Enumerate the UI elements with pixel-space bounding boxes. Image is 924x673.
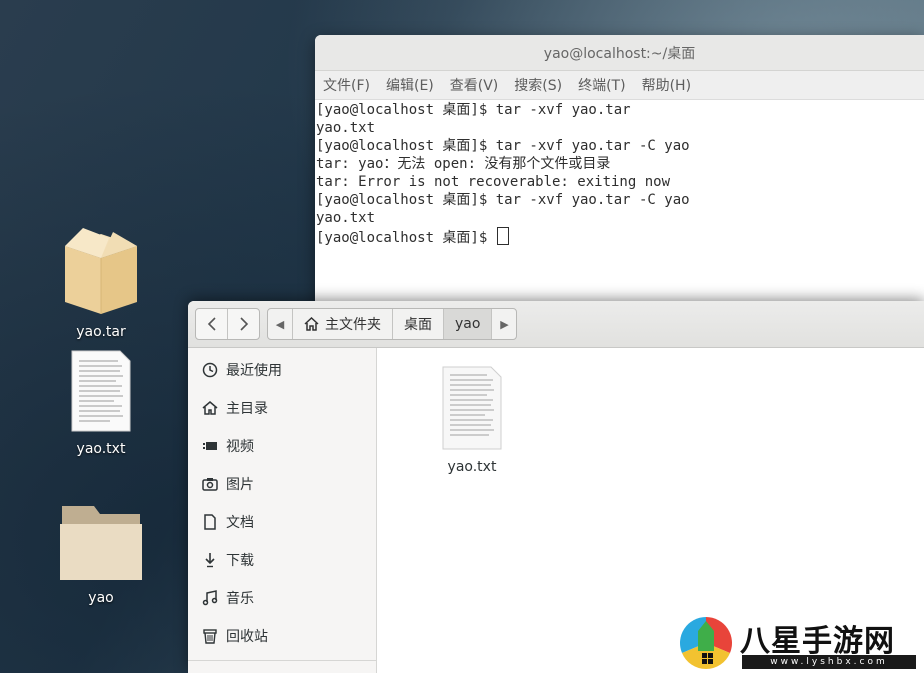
desktop-icon-txt[interactable]: yao.txt — [46, 349, 156, 457]
terminal-prompt-line: [yao@localhost 桌面]$ — [316, 227, 924, 247]
terminal-titlebar[interactable]: yao@localhost:~/桌面 — [315, 35, 924, 71]
sidebar-item-pictures[interactable]: 图片 — [188, 465, 376, 503]
path-segment-label: 主文件夹 — [325, 317, 381, 333]
sidebar-item-label: 主目录 — [226, 401, 268, 417]
path-bar: ◀ 主文件夹 桌面 yao ▶ — [267, 308, 518, 340]
watermark: 八星手游网 www.lyshbx.com — [676, 613, 924, 673]
window-title: yao@localhost:~/桌面 — [543, 45, 696, 62]
terminal-line: yao.txt — [316, 120, 376, 136]
file-item[interactable]: yao.txt — [427, 365, 517, 475]
file-manager-headerbar: ◀ 主文件夹 桌面 yao ▶ — [188, 301, 924, 348]
desktop-icon-folder[interactable]: yao — [46, 500, 156, 606]
sidebar-item-label: 图片 — [226, 477, 254, 493]
sidebar-item-label: 下载 — [226, 553, 254, 569]
video-icon — [203, 442, 217, 450]
sidebar-item-label: 文档 — [226, 515, 254, 531]
watermark-logo-icon — [680, 617, 732, 669]
terminal-cursor — [496, 227, 509, 245]
sidebar-item-trash[interactable]: 回收站 — [188, 617, 376, 655]
terminal-window[interactable]: yao@localhost:~/桌面 文件(F) 编辑(E) 查看(V) 搜索(… — [315, 35, 924, 310]
terminal-line: [yao@localhost 桌面]$ tar -xvf yao.tar — [316, 102, 631, 118]
menu-edit[interactable]: 编辑(E) — [386, 75, 434, 95]
navigation-buttons — [195, 308, 260, 340]
path-segment-yao[interactable]: yao — [443, 309, 492, 339]
menu-help[interactable]: 帮助(H) — [642, 75, 691, 95]
menu-view[interactable]: 查看(V) — [450, 75, 499, 95]
desktop-icon-label: yao — [88, 590, 114, 606]
places-sidebar: 最近使用 主目录 视频 图片 文档 下载 音乐 回收站 — [188, 348, 377, 673]
path-scroll-right-button[interactable]: ▶ — [491, 309, 516, 339]
sidebar-item-videos[interactable]: 视频 — [188, 427, 376, 465]
sidebar-item-label: 回收站 — [226, 629, 268, 645]
camera-icon — [202, 478, 218, 491]
terminal-line: tar: Error is not recoverable: exiting n… — [316, 174, 671, 190]
clock-icon — [202, 362, 218, 378]
path-segment-label: 桌面 — [404, 317, 432, 333]
path-segment-desktop[interactable]: 桌面 — [392, 309, 443, 339]
document-icon — [204, 514, 216, 530]
terminal-prompt: [yao@localhost 桌面]$ — [316, 230, 496, 246]
sidebar-item-home[interactable]: 主目录 — [188, 389, 376, 427]
sidebar-divider — [188, 660, 376, 661]
terminal-line: tar: yao：无法 open: 没有那个文件或目录 — [316, 156, 611, 172]
sidebar-item-music[interactable]: 音乐 — [188, 579, 376, 617]
sidebar-item-recent[interactable]: 最近使用 — [188, 351, 376, 389]
menu-search[interactable]: 搜索(S) — [514, 75, 562, 95]
terminal-output[interactable]: [yao@localhost 桌面]$ tar -xvf yao.tar yao.… — [315, 100, 924, 247]
sidebar-item-label: 视频 — [226, 439, 254, 455]
terminal-line: [yao@localhost 桌面]$ tar -xvf yao.tar -C … — [316, 138, 690, 154]
text-file-icon — [71, 350, 131, 432]
back-button[interactable] — [196, 309, 227, 339]
sidebar-item-label: 最近使用 — [226, 363, 282, 379]
file-item-label: yao.txt — [447, 459, 497, 475]
sidebar-item-downloads[interactable]: 下载 — [188, 541, 376, 579]
path-scroll-left-button[interactable]: ◀ — [268, 309, 292, 339]
terminal-menubar: 文件(F) 编辑(E) 查看(V) 搜索(S) 终端(T) 帮助(H) — [315, 71, 924, 100]
watermark-text: 八星手游网 — [740, 624, 895, 659]
download-icon — [205, 553, 215, 568]
forward-button[interactable] — [227, 309, 259, 339]
desktop-icon-tar[interactable]: yao.tar — [46, 224, 156, 340]
terminal-line: [yao@localhost 桌面]$ tar -xvf yao.tar -C … — [316, 192, 690, 208]
chevron-left-icon — [207, 317, 216, 331]
path-segment-home[interactable]: 主文件夹 — [292, 309, 392, 339]
music-icon — [202, 590, 218, 606]
home-icon — [304, 317, 319, 331]
desktop-icon-label: yao.tar — [76, 324, 126, 340]
text-file-icon — [442, 366, 502, 450]
menu-file[interactable]: 文件(F) — [323, 75, 370, 95]
home-icon — [202, 401, 218, 415]
chevron-right-icon — [239, 317, 248, 331]
sidebar-item-documents[interactable]: 文档 — [188, 503, 376, 541]
folder-icon — [60, 506, 142, 580]
sidebar-item-label: 音乐 — [226, 591, 254, 607]
menu-terminal[interactable]: 终端(T) — [578, 75, 625, 95]
path-segment-label: yao — [455, 316, 481, 332]
trash-icon — [203, 629, 217, 644]
watermark-url: www.lyshbx.com — [742, 655, 916, 669]
desktop-icon-label: yao.txt — [76, 441, 126, 457]
archive-box-icon — [65, 228, 137, 314]
terminal-line: yao.txt — [316, 210, 376, 226]
